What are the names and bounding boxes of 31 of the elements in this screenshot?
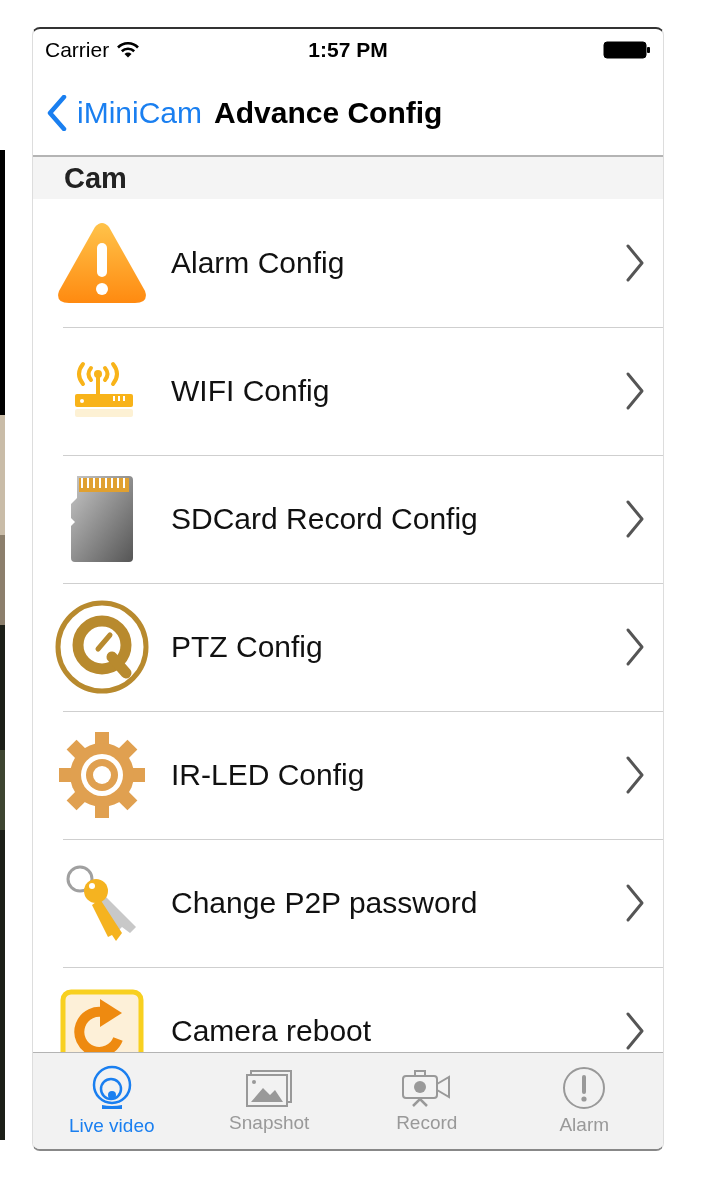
row-label: Alarm Config — [171, 246, 346, 280]
chevron-left-icon — [47, 95, 67, 131]
row-label: Camera reboot — [171, 1014, 373, 1048]
row-label: WIFI Config — [171, 374, 331, 408]
refresh-icon — [60, 989, 144, 1052]
row-label: IR-LED Config — [171, 758, 366, 792]
video-camera-icon — [400, 1068, 453, 1108]
chevron-right-icon — [625, 371, 645, 411]
carrier-name: Carrier — [45, 38, 110, 62]
wifi-icon — [117, 42, 140, 58]
row-label: PTZ Config — [171, 630, 324, 664]
section-header: Cam — [33, 157, 663, 199]
screen-title: Advance Config — [214, 96, 443, 130]
chevron-right-icon — [625, 243, 645, 283]
chevron-right-icon — [625, 755, 645, 795]
image-icon — [245, 1068, 294, 1108]
exclamation-circle-icon — [562, 1066, 607, 1110]
battery-icon — [603, 41, 651, 59]
tab-item[interactable]: Live video — [33, 1053, 191, 1149]
chevron-right-icon — [625, 499, 645, 539]
chevron-right-icon — [625, 1011, 645, 1051]
row-label: SDCard Record Config — [171, 502, 479, 536]
status-time: 1:57 PM — [308, 38, 388, 62]
memory-card-icon — [69, 474, 135, 564]
chevron-right-icon — [625, 627, 645, 667]
chevron-right-icon — [625, 883, 645, 923]
warning-icon — [55, 221, 149, 305]
circle-q-icon — [54, 599, 150, 695]
back-button[interactable]: iMiniCam — [47, 95, 202, 131]
gear-icon — [57, 730, 147, 820]
row-label: Change P2P password — [171, 886, 479, 920]
